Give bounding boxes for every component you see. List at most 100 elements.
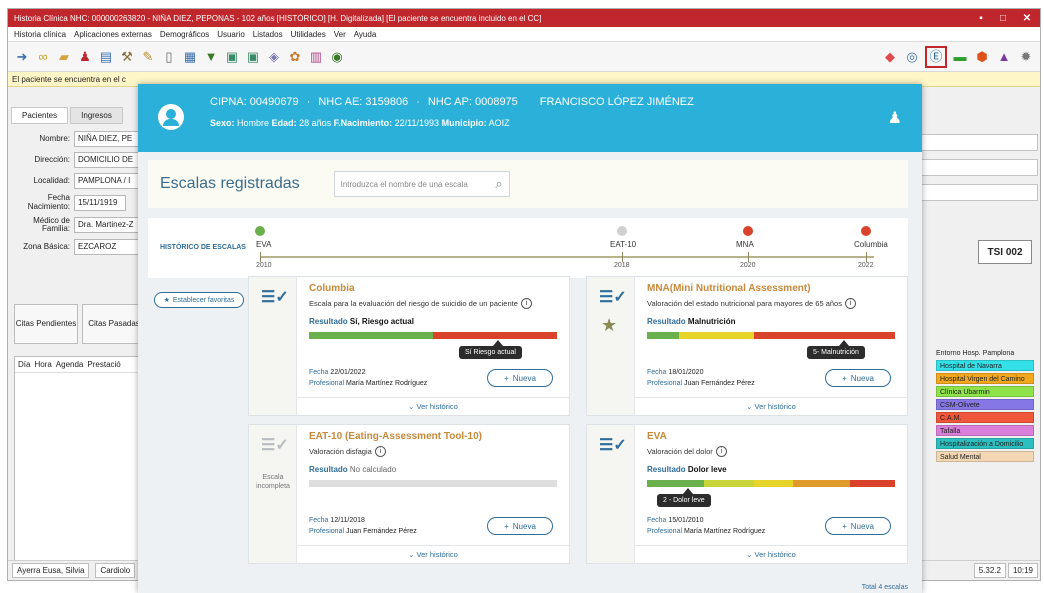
close-icon[interactable]: ✕ — [1014, 9, 1040, 27]
fecha-nacimiento-field[interactable]: 15/11/1919 — [74, 194, 126, 211]
view-history-link[interactable]: ⌄ Ver histórico — [635, 397, 907, 415]
patient-form: Nombre: NIÑA DIEZ, PE Dirección: DOMICILIO… — [12, 131, 152, 260]
menu-ayuda[interactable]: Ayuda — [354, 30, 377, 39]
info-icon[interactable]: i — [715, 446, 727, 457]
hexagon-icon[interactable]: ⬢ — [973, 48, 991, 66]
grid-col-hora[interactable]: Hora — [34, 360, 51, 369]
checklist-icon: ☰✓ — [261, 289, 289, 306]
citas-pendientes-button[interactable]: Citas Pendientes — [14, 304, 78, 344]
grid-col-agenda[interactable]: Agenda — [56, 360, 84, 369]
tab-pacientes[interactable]: Pacientes — [11, 107, 69, 124]
checklist-icon: ☰✓ — [599, 437, 627, 454]
folder-icon[interactable]: ▰ — [55, 48, 73, 66]
chevron-down-icon: ⌄ — [746, 402, 753, 411]
gear-icon[interactable]: ✿ — [286, 48, 304, 66]
escalas-dialog: CIPNA: 00490679 · NHC AE: 3159806 · NHC … — [138, 84, 922, 593]
right-field-2[interactable] — [918, 159, 1038, 176]
bar-icon[interactable]: ▬ — [951, 48, 969, 66]
hospital-legend: Entorno Hosp. Pamplona Hospital de Navar… — [930, 348, 1034, 464]
scales-e-icon[interactable]: Ⓔ — [925, 45, 947, 68]
tab-ingresos[interactable]: Ingresos — [70, 107, 123, 124]
history-tick — [260, 252, 261, 262]
view-history-link[interactable]: ⌄ Ver histórico — [635, 545, 907, 563]
pyramid-icon[interactable]: ▲ — [995, 48, 1013, 66]
edad-value: 28 años — [299, 118, 332, 128]
badge-icon[interactable]: ◉ — [328, 48, 346, 66]
right-field-3[interactable] — [918, 184, 1038, 201]
info-icon[interactable]: i — [844, 298, 856, 309]
info-icon[interactable]: i — [520, 298, 532, 309]
user-settings-icon[interactable]: ♟ — [888, 108, 902, 128]
citas-pasadas-button[interactable]: Citas Pasadas — [82, 304, 146, 344]
history-tick — [622, 252, 623, 262]
person-icon[interactable]: ♟ — [76, 48, 94, 66]
dna-icon[interactable]: ◎ — [903, 48, 921, 66]
history-year: 2020 — [740, 262, 756, 269]
menu-historia[interactable]: Historia clínica — [14, 30, 66, 39]
report-icon[interactable]: ▦ — [181, 48, 199, 66]
tools-icon[interactable]: ⚒ — [118, 48, 136, 66]
view-history-link[interactable]: ⌄ Ver histórico — [297, 545, 569, 563]
menu-demograficos[interactable]: Demográficos — [160, 30, 209, 39]
compass-icon[interactable]: ◈ — [265, 48, 283, 66]
date-label: Fecha — [309, 368, 329, 376]
result-gauge: Sí Riesgo actual — [309, 332, 557, 359]
info-icon[interactable]: i — [374, 446, 386, 457]
box-icon[interactable]: ▣ — [244, 48, 262, 66]
result-tooltip: Sí Riesgo actual — [459, 346, 522, 359]
minimize-icon[interactable]: ▪ — [970, 9, 992, 27]
scale-search-input[interactable]: Introduzca el nombre de una escala ⌕ — [333, 171, 510, 197]
menu-utilidades[interactable]: Utilidades — [291, 30, 326, 39]
scale-card-mna[interactable]: ☰✓ ★ MNA(Mini Nutritional Assessment) Val… — [586, 276, 908, 416]
card-title: Columbia — [309, 283, 355, 294]
history-dot[interactable] — [255, 226, 265, 236]
history-scale-name: EAT-10 — [610, 240, 637, 249]
set-favorites-button[interactable]: ★ Establecer favoritas — [154, 292, 244, 308]
nhc-ap-text: NHC AP: 0008975 — [427, 96, 518, 108]
notes-icon[interactable]: ✎ — [139, 48, 157, 66]
scale-card-eva[interactable]: ☰✓ EVA Valoración del dolor i Resultado D… — [586, 424, 908, 564]
citas-grid[interactable]: Día Hora Agenda Prestació — [14, 356, 148, 561]
eraser-icon[interactable]: ◆ — [881, 48, 899, 66]
checklist-icon: ☰✓ — [261, 437, 289, 454]
settings-icon[interactable]: ✹ — [1017, 48, 1035, 66]
maximize-icon[interactable]: □ — [992, 9, 1014, 27]
main-tabs: Pacientes Ingresos — [8, 107, 158, 124]
right-field-1[interactable] — [918, 134, 1038, 151]
dialog-body: Escalas registradas Introduzca el nombre… — [138, 152, 922, 593]
history-dot[interactable] — [617, 226, 627, 236]
scale-card-columbia[interactable]: ☰✓ Columbia Escala para la evaluación de… — [248, 276, 570, 416]
new-label: Nueva — [850, 521, 874, 531]
view-history-link[interactable]: ⌄ Ver histórico — [297, 397, 569, 415]
menu-ver[interactable]: Ver — [334, 30, 346, 39]
result-label: Resultado — [647, 465, 686, 474]
new-scale-button[interactable]: + Nueva — [487, 517, 553, 535]
new-scale-button[interactable]: + Nueva — [825, 369, 891, 387]
arrow-icon[interactable]: ➜ — [13, 48, 31, 66]
history-dot[interactable] — [743, 226, 753, 236]
search-icon[interactable]: ⌕ — [495, 176, 502, 192]
legend-item: C.A.M. — [936, 412, 1034, 423]
legend-title: Entorno Hosp. Pamplona — [936, 350, 1015, 357]
sexo-label: Sexo: — [210, 118, 235, 128]
document-icon[interactable]: ▤ — [97, 48, 115, 66]
scale-card-eat10[interactable]: ☰✓ Escala incompleta EAT-10 (Eating-Asse… — [248, 424, 570, 564]
grid-col-dia[interactable]: Día — [18, 360, 30, 369]
chart-icon[interactable]: ▥ — [307, 48, 325, 66]
fnac-value: 22/11/1993 — [394, 118, 440, 128]
result-label: Resultado — [647, 317, 686, 326]
history-dot[interactable] — [861, 226, 871, 236]
new-scale-button[interactable]: + Nueva — [825, 517, 891, 535]
menu-listados[interactable]: Listados — [253, 30, 283, 39]
new-scale-button[interactable]: + Nueva — [487, 369, 553, 387]
funnel-icon[interactable]: ▼ — [202, 48, 220, 66]
glasses-icon[interactable]: ∞ — [34, 48, 52, 66]
menu-aplicaciones[interactable]: Aplicaciones externas — [74, 30, 152, 39]
menu-usuario[interactable]: Usuario — [217, 30, 245, 39]
favorite-star-icon[interactable]: ★ — [601, 315, 617, 336]
file-icon[interactable]: ▯ — [160, 48, 178, 66]
archive-icon[interactable]: ▣ — [223, 48, 241, 66]
tsi-badge: TSI 002 — [978, 240, 1032, 264]
fecha-nacimiento-label: Fecha Nacimiento: — [27, 193, 70, 211]
grid-col-prestacion[interactable]: Prestació — [87, 360, 120, 369]
